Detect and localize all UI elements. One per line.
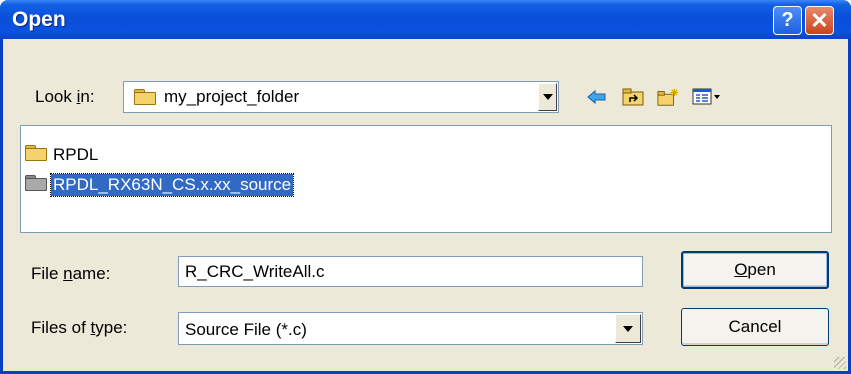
help-button[interactable]: ?	[773, 6, 802, 35]
list-item-folder[interactable]: RPDL	[25, 142, 100, 168]
window-title: Open	[12, 8, 66, 31]
list-item-label: RPDL_RX63N_CS.x.xx_source	[49, 173, 295, 197]
arrow-left-icon[interactable]	[586, 86, 608, 108]
chevron-down-icon[interactable]	[538, 83, 557, 111]
list-item-folder-selected[interactable]: RPDL_RX63N_CS.x.xx_source	[25, 172, 295, 198]
open-dialog: Open ? ✕ Look in: my_project_folder RPDL…	[0, 0, 851, 374]
look-in-combobox[interactable]: my_project_folder	[123, 81, 559, 113]
folder-icon	[25, 175, 47, 195]
files-of-type-label: Files of type:	[31, 318, 128, 337]
look-in-label: Look in:	[35, 87, 95, 106]
file-name-input[interactable]: R_CRC_WriteAll.c	[178, 256, 643, 287]
folder-icon	[134, 89, 156, 109]
resize-grip[interactable]	[834, 357, 846, 369]
look-in-value: my_project_folder	[164, 87, 300, 106]
file-type-combobox[interactable]: Source File (*.c)	[178, 312, 643, 345]
file-name-label: File name:	[31, 264, 111, 283]
file-list[interactable]: RPDL RPDL_RX63N_CS.x.xx_source	[20, 125, 832, 233]
folder-up-icon[interactable]	[622, 86, 644, 108]
new-folder-icon[interactable]	[657, 86, 679, 108]
chevron-down-icon[interactable]	[615, 314, 641, 343]
view-menu-icon[interactable]	[692, 86, 722, 108]
cancel-button[interactable]: Cancel	[681, 308, 829, 346]
folder-icon	[25, 145, 47, 165]
open-button[interactable]: Open	[681, 251, 829, 289]
close-button[interactable]: ✕	[805, 6, 834, 35]
title-bar[interactable]: Open ? ✕	[0, 0, 851, 39]
list-item-label: RPDL	[53, 145, 99, 164]
file-type-value: Source File (*.c)	[185, 320, 307, 339]
